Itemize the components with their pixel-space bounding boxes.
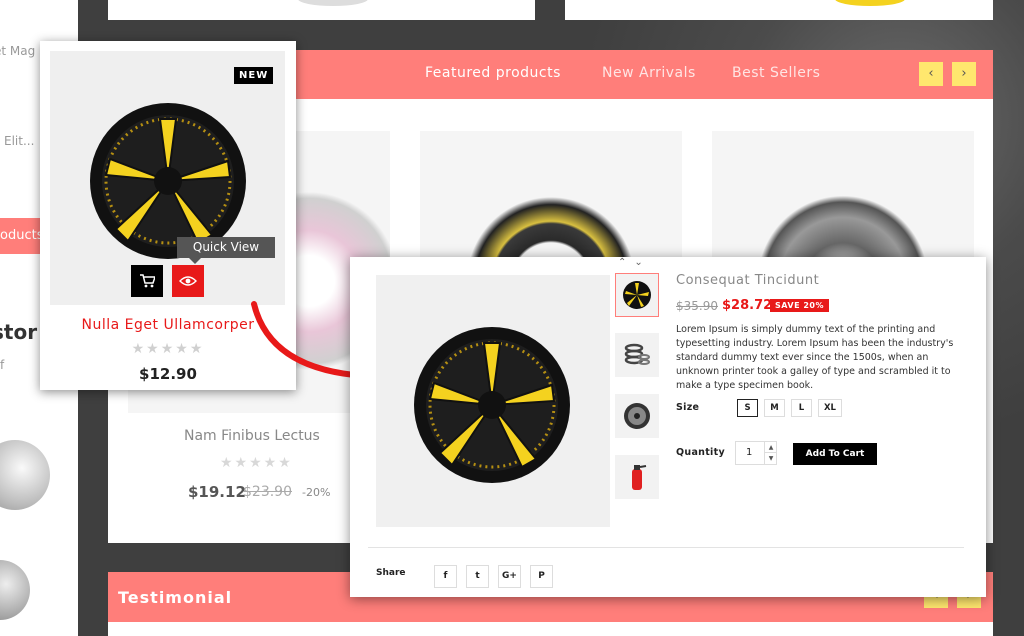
thumbnail-nav-arrows[interactable]: ⌃⌄ — [618, 257, 651, 268]
quantity-value[interactable]: 1 — [746, 447, 752, 458]
quantity-stepper[interactable]: 1 ▲ ▼ — [735, 441, 777, 465]
quick-view-button[interactable] — [172, 265, 204, 297]
discount-label: -20% — [302, 486, 331, 499]
eye-icon — [179, 276, 197, 286]
quick-view-main-image — [376, 275, 610, 527]
extinguisher-thumb-icon — [632, 465, 647, 490]
old-price: $35.90 — [676, 299, 718, 313]
new-badge: NEW — [234, 67, 274, 84]
quantity-label: Quantity — [676, 447, 725, 458]
quick-view-title: Consequat Tincidunt — [676, 273, 820, 288]
top-product-card-right — [565, 0, 993, 20]
prev-arrow-button[interactable]: ‹ — [919, 62, 943, 86]
quantity-increase-button[interactable]: ▲ — [764, 442, 777, 453]
wheel-image — [414, 327, 570, 483]
tab-new-arrivals[interactable]: New Arrivals — [602, 65, 696, 81]
spring-thumb-icon — [624, 343, 650, 365]
thumbnail-extinguisher[interactable] — [615, 455, 659, 499]
size-option-m[interactable]: M — [764, 399, 785, 417]
share-label: Share — [376, 568, 406, 578]
add-to-cart-button[interactable]: Add To Cart — [793, 443, 877, 465]
next-arrow-button[interactable]: › — [952, 62, 976, 86]
product-price: $19.12 — [188, 483, 246, 501]
left-snippet: f — [0, 358, 5, 372]
left-snippet: Elit... — [4, 134, 35, 148]
google-plus-share-button[interactable]: G+ — [498, 565, 521, 588]
part-image — [0, 560, 30, 620]
product-image[interactable] — [50, 51, 285, 305]
tab-best-sellers[interactable]: Best Sellers — [732, 65, 820, 81]
top-product-card-left — [108, 0, 535, 20]
size-option-s[interactable]: S — [737, 399, 758, 417]
add-to-cart-button[interactable] — [131, 265, 163, 297]
divider — [368, 547, 964, 548]
size-label: Size — [676, 402, 700, 413]
thumbnail-spring[interactable] — [615, 333, 659, 377]
quick-view-modal: ⌃⌄ Consequat Tincidunt $35.90 $28.72 SAV… — [350, 257, 986, 597]
testimonial-title: Testimonial — [118, 588, 233, 607]
wheel-thumb-icon — [623, 281, 651, 309]
quantity-decrease-button[interactable]: ▼ — [764, 453, 777, 464]
pinterest-share-button[interactable]: P — [530, 565, 553, 588]
size-option-l[interactable]: L — [791, 399, 812, 417]
twitter-share-button[interactable]: t — [466, 565, 489, 588]
quick-view-tooltip: Quick View — [177, 237, 275, 264]
product-description: Lorem Ipsum is simply dummy text of the … — [676, 324, 954, 391]
rating-stars: ★★★★★ — [220, 455, 293, 471]
left-snippet: et Mag — [0, 44, 36, 58]
product-name[interactable]: Nam Finibus Lectus — [184, 428, 320, 444]
cart-icon — [140, 274, 155, 288]
products-button[interactable]: oducts — [0, 218, 45, 254]
size-option-xl[interactable]: XL — [818, 399, 842, 417]
thumbnail-rim[interactable] — [615, 394, 659, 438]
facebook-share-button[interactable]: f — [434, 565, 457, 588]
tab-featured-products[interactable]: Featured products — [425, 65, 561, 81]
thumbnail-wheel[interactable] — [615, 273, 659, 317]
product-old-price: $23.90 — [243, 484, 292, 500]
rim-thumb-icon — [624, 403, 650, 429]
testimonial-body — [108, 622, 993, 636]
save-badge: SAVE 20% — [770, 299, 829, 312]
left-heading: stor — [0, 320, 38, 344]
piston-image — [0, 440, 50, 510]
new-price: $28.72 — [722, 298, 773, 313]
